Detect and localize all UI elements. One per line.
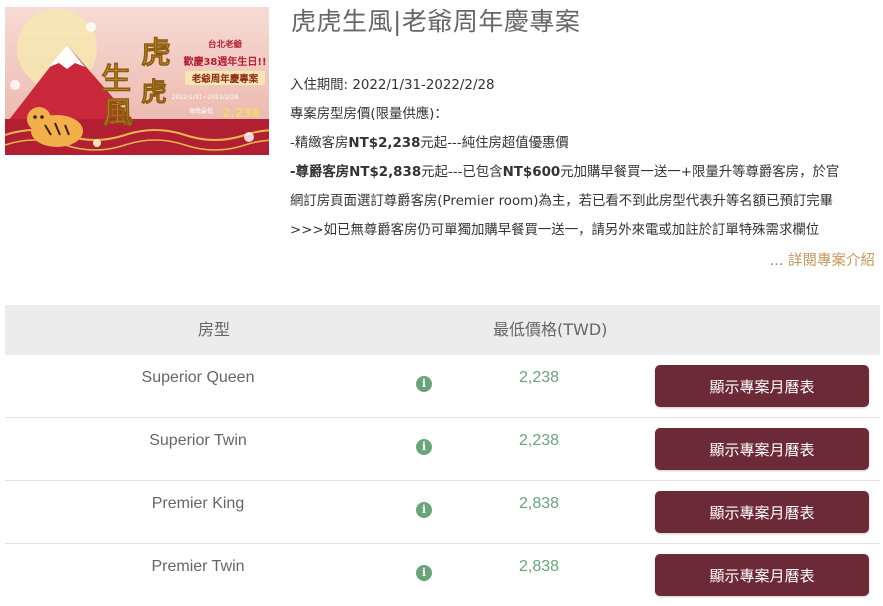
info-icon[interactable]: i — [416, 565, 432, 581]
room-name: Premier Twin — [151, 558, 245, 575]
svg-text:老爺周年慶專案: 老爺周年慶專案 — [191, 73, 259, 85]
show-calendar-button[interactable]: 顯示專案月曆表 — [655, 491, 869, 533]
svg-text:2,238: 2,238 — [222, 106, 260, 120]
promo-banner-image: 虎 生 虎 風 台北老爺 歡慶38週年生日!! 老爺周年慶專案 2022/1/3… — [5, 7, 269, 155]
plan-details-link[interactable]: 詳閱專案介紹 — [788, 253, 875, 269]
room-name: Premier King — [151, 495, 245, 512]
info-icon[interactable]: i — [416, 502, 432, 518]
svg-text:虎: 虎 — [141, 78, 167, 108]
svg-text:每晚最低: 每晚最低 — [189, 107, 213, 115]
rooms-table-header: 房型 最低價格(TWD) — [5, 305, 880, 355]
room-price: 2,838 — [518, 495, 560, 512]
show-calendar-button[interactable]: 顯示專案月曆表 — [655, 428, 869, 470]
svg-text:台北老爺: 台北老爺 — [208, 39, 243, 50]
room-price: 2,238 — [518, 369, 560, 386]
page-title: 虎虎生風|老爺周年慶專案 — [291, 7, 581, 36]
breakfast-note: >>>如已無尊爵客房仍可單獨加購早餐買一送一，請另外來電或加註於訂單特殊需求欄位 — [290, 223, 820, 238]
table-row: Superior Twin i 2,238 顯示專案月曆表 — [5, 418, 880, 481]
column-room-type: 房型 — [198, 320, 231, 339]
svg-text:虎: 虎 — [141, 36, 171, 71]
room-name: Superior Queen — [141, 369, 255, 386]
svg-text:2022/1/31~2022/2/28: 2022/1/31~2022/2/28 — [172, 94, 239, 101]
svg-text:生: 生 — [101, 62, 131, 97]
plan-description: 入住期間: 2022/1/31-2022/2/28 專案房型房價(限量供應)： … — [290, 71, 882, 245]
show-calendar-button[interactable]: 顯示專案月曆表 — [655, 554, 869, 596]
svg-text:風: 風 — [103, 96, 133, 131]
rate-line-premier: -尊爵客房NT$2,838元起---已包含NT$600元加購早餐買一送一+限量升… — [290, 165, 840, 180]
upgrade-note: 網訂房頁面選訂尊爵客房(Premier room)為主，若已看不到此房型代表升等… — [290, 194, 834, 209]
rate-heading: 專案房型房價(限量供應)： — [290, 107, 448, 122]
svg-text:歡慶38週年生日!!: 歡慶38週年生日!! — [183, 55, 266, 68]
read-more: ... 詳閱專案介紹 — [770, 249, 875, 270]
room-price: 2,838 — [518, 558, 560, 575]
show-calendar-button[interactable]: 顯示專案月曆表 — [655, 365, 869, 407]
info-icon[interactable]: i — [416, 376, 432, 392]
stay-period: 入住期間: 2022/1/31-2022/2/28 — [290, 78, 495, 93]
info-icon[interactable]: i — [416, 439, 432, 455]
room-name: Superior Twin — [149, 432, 247, 449]
table-row: Superior Queen i 2,238 顯示專案月曆表 — [5, 355, 880, 418]
table-row: Premier Twin i 2,838 顯示專案月曆表 — [5, 544, 880, 606]
table-row: Premier King i 2,838 顯示專案月曆表 — [5, 481, 880, 544]
column-lowest-price: 最低價格(TWD) — [493, 320, 608, 339]
rate-line-superior: -精緻客房NT$2,238元起---純住房超值優惠價 — [290, 136, 569, 151]
room-price: 2,238 — [518, 432, 560, 449]
ellipsis: ... — [769, 253, 784, 269]
